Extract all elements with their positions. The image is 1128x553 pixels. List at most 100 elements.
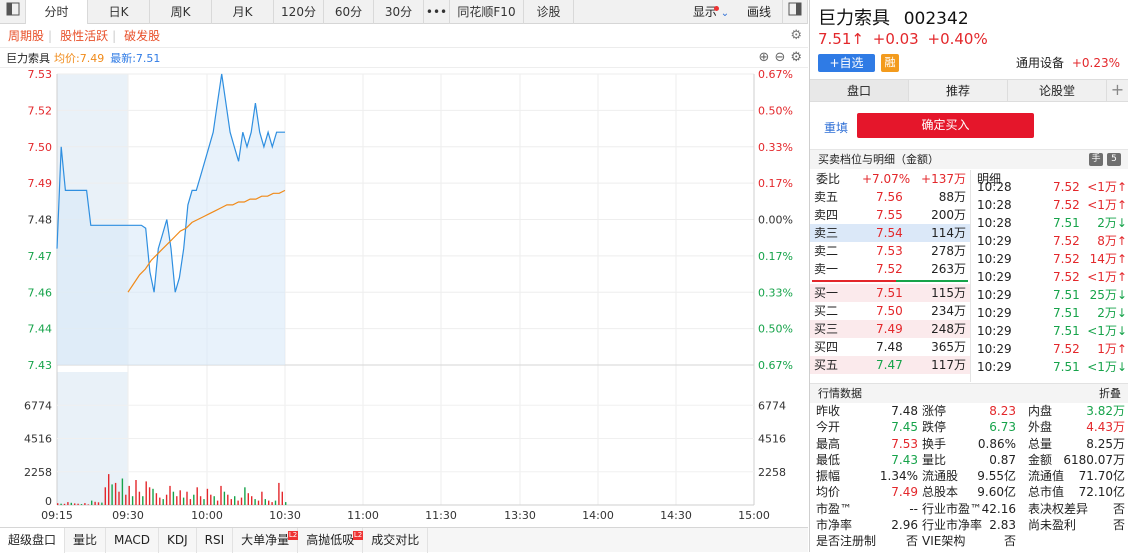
time-tick-label: 11:00 xyxy=(347,509,379,522)
trade-row: 10:29 7.51 2万↓ xyxy=(971,304,1128,322)
stock-code: 002342 xyxy=(903,9,969,29)
sell-row[interactable]: 卖五 7.56 88万 xyxy=(810,188,970,206)
trade-volume: 1万↑ xyxy=(1097,342,1127,356)
volume-bar xyxy=(206,488,209,505)
sell-label: 卖五 xyxy=(814,190,839,204)
volume-bar xyxy=(244,487,246,505)
pct-tick-label: 0.50% xyxy=(758,104,793,117)
sell-label: 卖三 xyxy=(814,226,839,240)
tab-recommend[interactable]: 推荐 xyxy=(909,80,1008,101)
tab-high-low[interactable]: 高抛低吸 L2 xyxy=(298,527,364,553)
volume-tick-label: 2258 xyxy=(758,466,786,479)
margin-badge[interactable]: 融 xyxy=(881,54,899,72)
volume-bar xyxy=(70,502,72,505)
hand-unit-icon[interactable]: 手 xyxy=(1089,153,1103,166)
volume-bar xyxy=(91,500,93,505)
buy-volume: 234万 xyxy=(931,304,966,318)
tab-super-quote[interactable]: 超级盘口 xyxy=(0,527,66,553)
stat-key: 最低 xyxy=(816,452,841,467)
trade-price: 7.51 xyxy=(1053,288,1080,302)
trade-time: 10:28 xyxy=(977,198,1012,212)
volume-bar xyxy=(196,487,198,505)
stat-key: 外盘 xyxy=(1028,420,1053,435)
time-tick-label: 11:30 xyxy=(425,509,457,522)
volume-bar xyxy=(128,485,130,505)
trade-price: 7.51 xyxy=(1053,360,1080,374)
price-tick-label: 7.50 xyxy=(28,141,53,154)
add-watchlist-button[interactable]: +自选 xyxy=(818,54,875,72)
volume-bar xyxy=(101,502,103,505)
buy-label: 买一 xyxy=(814,286,839,300)
stat-value: 否 xyxy=(905,534,918,549)
tab-volume-ratio[interactable]: 量比 xyxy=(65,527,107,553)
price-pct: +0.40% xyxy=(927,30,988,48)
volume-bar xyxy=(186,491,188,505)
trade-time: 10:29 xyxy=(977,270,1012,284)
volume-bar xyxy=(135,480,137,505)
tab-quote[interactable]: 盘口 xyxy=(810,80,909,101)
volume-bar xyxy=(213,496,215,505)
tab-big-order[interactable]: 大单净量 L2 xyxy=(233,527,299,553)
stat-value: 71.70亿 xyxy=(1078,469,1125,484)
volume-bar xyxy=(237,500,239,505)
price-tick-label: 7.49 xyxy=(28,177,53,190)
sell-row[interactable]: 卖三 7.54 114万 xyxy=(810,224,970,242)
sell-row[interactable]: 卖四 7.55 200万 xyxy=(810,206,970,224)
buy-volume: 248万 xyxy=(931,322,966,336)
tab-forum[interactable]: 论股堂 xyxy=(1008,80,1107,101)
quote-panel: 巨力索具 002342 7.51↑ +0.03 +0.40% +自选 融 通用设… xyxy=(809,0,1128,552)
volume-bar xyxy=(118,491,120,505)
tab-macd[interactable]: MACD xyxy=(106,527,160,553)
stat-value: 3.82万 xyxy=(1086,404,1125,418)
buy-price: 7.51 xyxy=(876,286,903,300)
sector-info[interactable]: 通用设备 +0.23% xyxy=(1016,54,1120,71)
buy-row[interactable]: 买五 7.47 117万 xyxy=(810,356,970,374)
refill-link[interactable]: 重填 xyxy=(824,119,848,136)
stat-value: 7.49 xyxy=(891,485,918,500)
fold-button[interactable]: 折叠 xyxy=(1099,384,1121,404)
stat-value: 否 xyxy=(1112,501,1125,516)
stat-key: 行业市盈™ xyxy=(922,501,983,516)
trade-price: 7.52 xyxy=(1053,198,1080,212)
stat-key: 内盘 xyxy=(1028,404,1053,418)
volume-bar xyxy=(254,499,256,505)
level-five-icon[interactable]: 5 xyxy=(1107,153,1121,166)
volume-bar xyxy=(60,503,62,505)
stat-value: 0.86% xyxy=(977,436,1016,451)
volume-bar xyxy=(108,474,110,505)
tab-rsi[interactable]: RSI xyxy=(197,527,234,553)
stat-value: 7.48 xyxy=(891,404,918,418)
trade-row: 10:29 7.51 <1万↓ xyxy=(971,322,1128,340)
buy-row[interactable]: 买二 7.50 234万 xyxy=(810,302,970,320)
weibi-pct: +7.07% xyxy=(862,172,911,186)
confirm-buy-button[interactable]: 确定买入 xyxy=(857,113,1034,138)
weibi-row: 委比 +7.07% +137万 xyxy=(810,170,970,188)
buy-row[interactable]: 买三 7.49 248万 xyxy=(810,320,970,338)
stat-key: 最高 xyxy=(816,436,841,451)
sell-row[interactable]: 卖二 7.53 278万 xyxy=(810,242,970,260)
buy-volume: 365万 xyxy=(931,340,966,354)
buy-row[interactable]: 买一 7.51 115万 xyxy=(810,284,970,302)
buy-row[interactable]: 买四 7.48 365万 xyxy=(810,338,970,356)
add-tab-button[interactable]: + xyxy=(1107,80,1128,101)
orderbook-header: 买卖档位与明细（金额） 手 5 xyxy=(810,149,1128,169)
volume-bar xyxy=(111,484,113,505)
stat-key: 总量 xyxy=(1028,436,1053,451)
current-price: 7.51↑ xyxy=(818,30,864,48)
stats-row: 振幅 1.34% 流通股 9.55亿 流通值 71.70亿 xyxy=(810,468,1128,484)
stat-value: 2.96 xyxy=(891,518,918,533)
volume-bar xyxy=(264,499,266,505)
sell-row[interactable]: 卖一 7.52 263万 xyxy=(810,260,970,278)
stats-row: 市盈™ -- 行业市盈™ 42.16 表决权差异 否 xyxy=(810,501,1128,517)
tab-high-low-label: 高抛低吸 xyxy=(306,532,355,547)
timeshare-chart[interactable]: 7.53 7.52 7.50 7.49 7.48 7.47 7.46 7.44 7.43 0.67… xyxy=(0,0,808,527)
tab-kdj[interactable]: KDJ xyxy=(159,527,197,553)
stat-value: 否 xyxy=(1003,534,1016,549)
weibi-label: 委比 xyxy=(816,172,841,186)
stat-value: 4.43万 xyxy=(1086,420,1125,435)
price-tick-label: 7.52 xyxy=(28,104,53,117)
buy-label: 买三 xyxy=(814,322,839,336)
trade-time: 10:28 xyxy=(977,216,1012,230)
tab-trade-compare[interactable]: 成交对比 xyxy=(363,527,429,553)
volume-bar xyxy=(257,500,260,505)
